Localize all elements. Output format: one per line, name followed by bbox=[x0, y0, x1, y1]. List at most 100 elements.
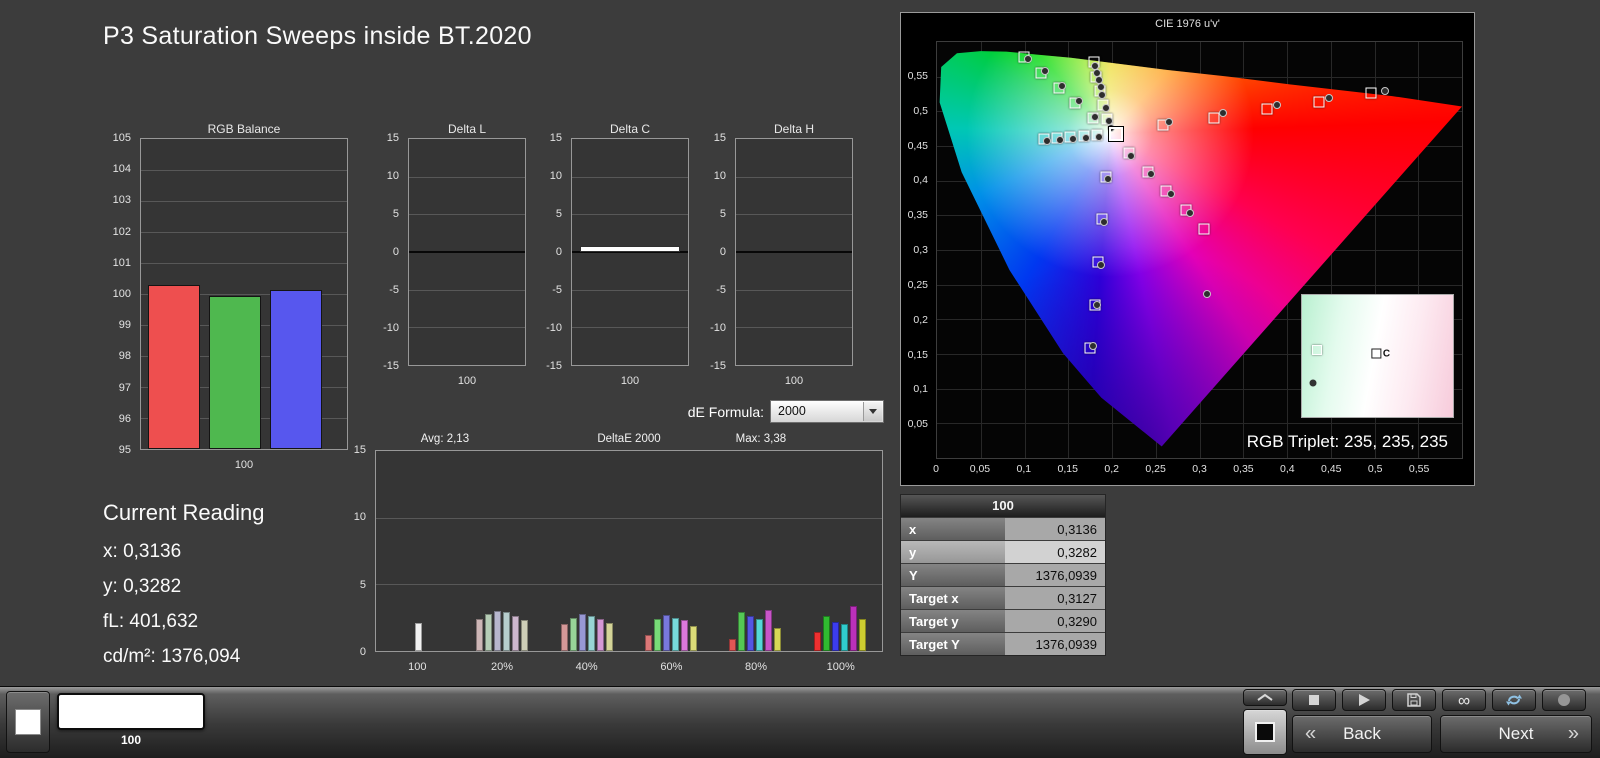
rgb-balance-bars bbox=[141, 139, 347, 449]
rgb-balance-plot bbox=[140, 138, 348, 450]
measured-marker bbox=[1381, 87, 1389, 95]
play-button[interactable] bbox=[1342, 689, 1386, 711]
de-formula-label: dE Formula: bbox=[664, 404, 764, 420]
record-button[interactable] bbox=[1542, 689, 1586, 711]
deltae-bar bbox=[476, 619, 483, 651]
deltae-bar bbox=[654, 619, 661, 651]
continuous-measure-button[interactable]: ∞ bbox=[1442, 689, 1486, 711]
table-row-target-y[interactable]: Target y0,3290 bbox=[901, 609, 1105, 632]
measured-marker bbox=[1095, 133, 1103, 141]
cie-title: CIE 1976 u'v' bbox=[901, 18, 1474, 30]
deltae-bar bbox=[774, 628, 781, 651]
row-label: Target x bbox=[901, 587, 1005, 609]
row-label: y bbox=[901, 541, 1005, 563]
table-row-x[interactable]: x0,3136 bbox=[901, 517, 1105, 540]
y-tick-label: 105 bbox=[100, 132, 131, 144]
grid-line bbox=[409, 214, 525, 215]
white-point-inset: C bbox=[1301, 294, 1454, 418]
grid-line bbox=[736, 327, 852, 328]
y-tick-label: 0,15 bbox=[901, 349, 928, 361]
delta-h-y-axis: -15-10-5051015 bbox=[695, 138, 731, 366]
deltae-group bbox=[545, 451, 629, 651]
deltae-bar bbox=[747, 616, 754, 651]
y-tick-label: 104 bbox=[100, 163, 131, 175]
target-marker bbox=[1261, 104, 1272, 115]
y-tick-label: 96 bbox=[100, 413, 131, 425]
measured-marker bbox=[1069, 135, 1077, 143]
inset-measured-marker bbox=[1309, 379, 1316, 386]
deltae-group bbox=[713, 451, 797, 651]
page-title: P3 Saturation Sweeps inside BT.2020 bbox=[103, 22, 532, 51]
deltae-bar bbox=[814, 632, 821, 651]
delta-l-title: Delta L bbox=[408, 122, 526, 136]
cie-plot: C RGB Triplet: 235, 235, 235 bbox=[936, 41, 1463, 459]
play-icon bbox=[1359, 694, 1370, 706]
patt ern-swatch-label: 100 bbox=[57, 733, 205, 747]
table-row-y[interactable]: Y1376,0939 bbox=[901, 563, 1105, 586]
deltae-bar bbox=[561, 624, 568, 651]
measured-marker bbox=[1104, 175, 1112, 183]
target-marker bbox=[1198, 224, 1209, 235]
deltae-bar bbox=[588, 616, 595, 651]
y-tick-label: 5 bbox=[368, 208, 399, 220]
x-tick-label: 100 bbox=[375, 661, 460, 673]
measured-marker bbox=[1100, 218, 1108, 226]
deltae-group bbox=[376, 451, 460, 651]
save-button[interactable] bbox=[1392, 689, 1436, 711]
y-tick-label: 0,25 bbox=[901, 279, 928, 291]
deltae-title: DeltaE 2000 bbox=[375, 433, 883, 445]
reading-x: x: 0,3136 bbox=[103, 541, 264, 563]
de-formula-select[interactable]: 2000 bbox=[770, 400, 884, 423]
deltae-bar bbox=[729, 639, 736, 651]
measured-marker bbox=[1041, 67, 1049, 75]
table-row-target-x[interactable]: Target x0,3127 bbox=[901, 586, 1105, 609]
x-tick-label: 100% bbox=[798, 661, 883, 673]
y-tick-label: -10 bbox=[695, 322, 726, 334]
deltae-bar bbox=[672, 618, 679, 651]
measured-marker bbox=[1165, 118, 1173, 126]
x-tick-label: 0 bbox=[933, 463, 939, 475]
deltae-header: Avg: 2,13 DeltaE 2000 Max: 3,38 bbox=[375, 433, 883, 447]
delta-c-y-axis: -15-10-5051015 bbox=[531, 138, 567, 366]
pattern-toggle-button[interactable] bbox=[1243, 709, 1287, 755]
current-reading-heading: Current Reading bbox=[103, 500, 264, 526]
measured-marker bbox=[1097, 261, 1105, 269]
deltae-bar bbox=[494, 611, 501, 651]
deltae-bar bbox=[738, 612, 745, 651]
y-tick-label: 100 bbox=[100, 288, 131, 300]
x-tick-label: 0,45 bbox=[1321, 463, 1341, 475]
collapse-button[interactable] bbox=[1243, 689, 1287, 706]
y-tick-label: 0 bbox=[335, 646, 366, 658]
x-tick-label: 0,25 bbox=[1145, 463, 1165, 475]
y-tick-label: -10 bbox=[531, 322, 562, 334]
stop-button[interactable] bbox=[1292, 689, 1336, 711]
next-button[interactable]: Next » bbox=[1440, 715, 1592, 753]
delta-c-title: Delta C bbox=[571, 122, 689, 136]
table-row-target-y[interactable]: Target Y1376,0939 bbox=[901, 632, 1105, 655]
measured-marker bbox=[1097, 83, 1105, 91]
back-button[interactable]: « Back bbox=[1292, 715, 1432, 753]
delta-h-x-label: 100 bbox=[735, 375, 853, 387]
x-tick-label: 60% bbox=[629, 661, 714, 673]
deltae-bar bbox=[832, 622, 839, 651]
measured-marker bbox=[1127, 152, 1135, 160]
row-label: Target y bbox=[901, 610, 1005, 632]
y-tick-label: 0,5 bbox=[901, 105, 928, 117]
sync-button[interactable] bbox=[1492, 689, 1536, 711]
back-button-label: Back bbox=[1343, 724, 1381, 744]
delta-l-x-label: 100 bbox=[408, 375, 526, 387]
x-tick-label: 0,4 bbox=[1280, 463, 1295, 475]
measured-marker bbox=[1091, 113, 1099, 121]
deltae-max-label: Max: 3,38 bbox=[736, 433, 787, 445]
back-chevrons-icon: « bbox=[1305, 723, 1316, 746]
rgb-triplet-label: RGB Triplet: 235, 235, 235 bbox=[1247, 432, 1448, 452]
chevron-up-icon bbox=[1256, 693, 1274, 702]
row-value: 0,3127 bbox=[1005, 587, 1105, 609]
pattern-window-button[interactable] bbox=[6, 691, 50, 753]
table-row-y[interactable]: y0,3282 bbox=[901, 540, 1105, 563]
deltae-x-axis: 10020%40%60%80%100% bbox=[375, 661, 883, 673]
y-tick-label: 10 bbox=[531, 170, 562, 182]
deltae-bar bbox=[485, 614, 492, 651]
grid-line bbox=[409, 177, 525, 178]
measured-marker bbox=[1093, 69, 1101, 77]
